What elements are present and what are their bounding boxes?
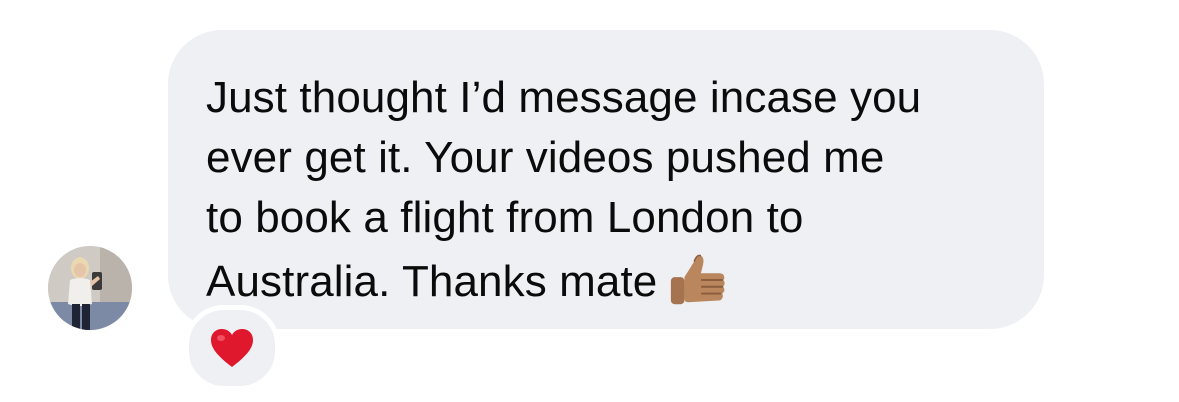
message-line: Just thought I’d message incase you bbox=[206, 73, 922, 122]
message-line: ever get it. Your videos pushed me bbox=[206, 133, 885, 182]
message-line: Australia. Thanks mate bbox=[206, 257, 658, 306]
sender-avatar[interactable] bbox=[48, 246, 132, 330]
message-thread: Just thought I’d message incase you ever … bbox=[0, 0, 1179, 402]
red-heart-icon bbox=[211, 329, 253, 367]
message-text: Just thought I’d message incase you ever … bbox=[206, 68, 1004, 312]
profile-photo-icon bbox=[48, 246, 132, 330]
message-bubble[interactable]: Just thought I’d message incase you ever … bbox=[168, 30, 1044, 329]
message-line: to book a flight from London to bbox=[206, 193, 804, 242]
heart-reaction[interactable] bbox=[184, 305, 280, 391]
thumbs-up-icon bbox=[667, 248, 729, 310]
